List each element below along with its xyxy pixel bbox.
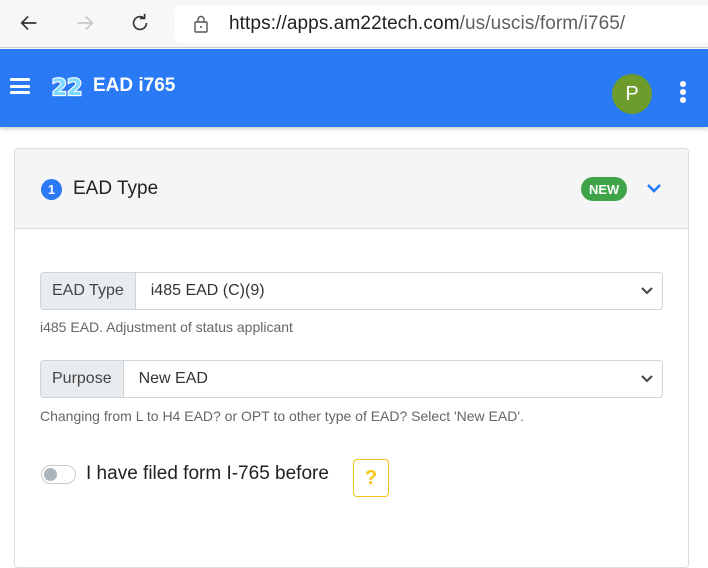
ead-type-value[interactable]: i485 EAD (C)(9)	[136, 273, 662, 309]
reload-button[interactable]	[125, 8, 155, 38]
purpose-value[interactable]: New EAD	[124, 361, 662, 397]
purpose-help: Changing from L to H4 EAD? or OPT to oth…	[40, 408, 524, 424]
svg-text:22: 22	[52, 76, 83, 99]
more-vert-icon[interactable]	[676, 81, 690, 103]
section-card: 1 EAD Type NEW EAD Type i485 EAD (C)(9) …	[14, 148, 689, 568]
filed-before-label: I have filed form I-765 before	[86, 463, 329, 484]
back-button[interactable]	[14, 8, 44, 38]
chevron-down-icon[interactable]	[645, 179, 663, 197]
ead-type-select[interactable]: EAD Type i485 EAD (C)(9)	[40, 272, 663, 310]
address-bar[interactable]: https://apps.am22tech.com/us/uscis/form/…	[175, 5, 708, 43]
new-badge: NEW	[581, 177, 628, 201]
arrow-right-icon	[77, 15, 94, 31]
section-title: EAD Type	[73, 178, 159, 199]
lock-icon	[194, 15, 208, 33]
reload-icon	[132, 13, 148, 31]
app-title: EAD i765	[93, 75, 176, 96]
chevron-down-icon	[641, 287, 653, 295]
ead-type-label: EAD Type	[41, 273, 136, 309]
am22-logo-icon: 22	[51, 75, 84, 99]
chevron-down-icon	[641, 375, 653, 383]
section-header[interactable]: 1 EAD Type NEW	[15, 149, 688, 229]
ead-type-selected: i485 EAD (C)(9)	[150, 282, 265, 299]
toggle-knob	[44, 468, 57, 481]
forward-button[interactable]	[70, 8, 100, 38]
purpose-selected: New EAD	[138, 370, 208, 387]
menu-icon[interactable]	[10, 78, 30, 94]
avatar[interactable]: P	[612, 74, 652, 114]
purpose-select[interactable]: Purpose New EAD	[40, 360, 663, 398]
filed-before-toggle[interactable]	[41, 465, 76, 484]
purpose-label: Purpose	[41, 361, 124, 397]
help-button[interactable]: ?	[353, 459, 389, 497]
url-text: https://apps.am22tech.com/us/uscis/form/…	[229, 13, 625, 35]
arrow-left-icon	[20, 15, 37, 31]
browser-toolbar: https://apps.am22tech.com/us/uscis/form/…	[0, 0, 708, 48]
url-host: https://apps.am22tech.com	[229, 13, 460, 34]
ead-type-help: i485 EAD. Adjustment of status applicant	[40, 319, 293, 335]
app-bar: 22 EAD i765 P	[0, 49, 708, 127]
url-path: /us/uscis/form/i765/	[459, 13, 626, 34]
step-number: 1	[41, 179, 62, 200]
